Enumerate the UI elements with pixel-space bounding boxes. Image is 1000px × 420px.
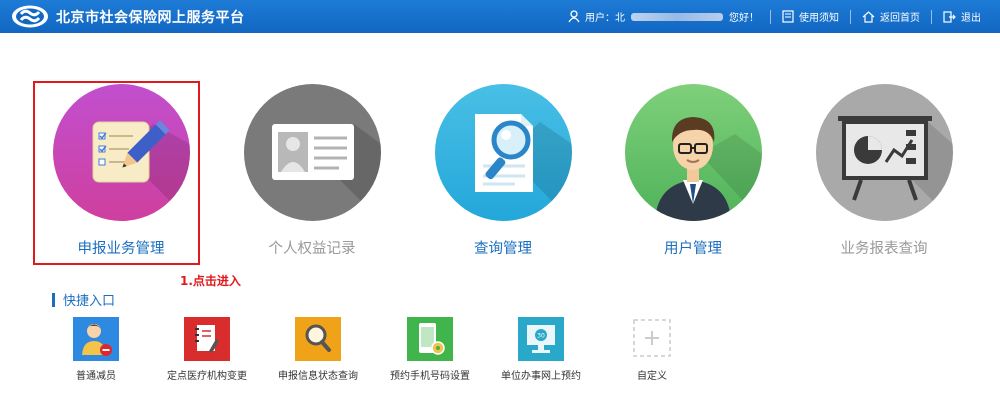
module-label: 个人权益记录 [268,241,356,257]
shortcut-designated-medical-change[interactable]: 定点医疗机构变更 [152,317,262,382]
module-label: 业务报表查询 [840,241,928,257]
usage-notice-label: 使用须知 [799,13,839,24]
logout-icon [943,10,956,23]
quick-entry-title: 快捷入口 [52,290,115,309]
module-business-report-query[interactable]: 业务报表查询 [809,84,959,257]
businessman-avatar-icon [654,117,762,221]
report-circle [815,84,953,221]
user-greeting: 用户：北 您好！ [557,9,770,25]
top-header: 北京市社会保险网上服务平台 用户：北 您好！ 使用须知 返回首页 退出 [0,0,1000,33]
presentation-board-icon [837,116,953,221]
query-circle [434,84,572,221]
shortcut-phone-number-setting[interactable]: 预约手机号码设置 [375,317,485,382]
svg-text:30: 30 [537,333,545,340]
user-minus-icon [73,317,119,361]
site-title: 北京市社会保险网上服务平台 [56,10,245,26]
home-link[interactable]: 返回首页 [851,9,931,25]
logout-label: 退出 [961,13,981,24]
plus-icon [633,319,671,357]
logout-link[interactable]: 退出 [932,9,992,25]
personal-rights-circle [243,84,381,221]
shortcut-declaration-status-query[interactable]: 申报信息状态查询 [263,317,373,382]
shortcut-label: 申报信息状态查询 [278,371,358,382]
highlight-annotation-box [33,81,200,265]
home-icon [862,10,875,23]
shortcut-label: 单位办事网上预约 [501,371,581,382]
shortcut-normal-reduction[interactable]: 普通减员 [41,317,151,382]
user-management-circle [624,84,762,221]
title-accent-bar [52,292,55,307]
user-greeting-suffix: 您好！ [729,13,759,24]
usage-notice-link[interactable]: 使用须知 [771,9,850,25]
shortcut-custom[interactable]: 自定义 [597,317,707,382]
shortcut-label: 普通减员 [76,371,116,382]
module-query-management[interactable]: 查询管理 [428,84,578,257]
user-icon [568,10,580,23]
module-label: 查询管理 [474,241,532,257]
shortcut-label: 自定义 [637,371,667,382]
top-nav: 用户：北 您好！ 使用须知 返回首页 退出 [557,0,992,33]
search-icon [295,317,341,361]
social-insurance-logo [12,5,48,28]
click-hint-annotation: 1.点击进入 [180,274,241,288]
blurred-username [631,12,723,21]
home-label: 返回首页 [880,13,920,24]
user-greeting-prefix: 用户：北 [585,13,625,24]
shortcut-online-appointment[interactable]: 30 单位办事网上预约 [486,317,596,382]
phone-settings-icon [407,317,453,361]
document-search-icon [474,114,572,221]
document-icon [782,10,794,23]
shortcut-label: 预约手机号码设置 [390,371,470,382]
module-label: 用户管理 [664,241,722,257]
quick-entry-title-text: 快捷入口 [63,294,116,309]
calendar-monitor-icon: 30 [518,317,564,361]
module-personal-rights-record[interactable]: 个人权益记录 [237,84,387,257]
notebook-edit-icon [184,317,230,361]
module-user-management[interactable]: 用户管理 [618,84,768,257]
shortcut-label: 定点医疗机构变更 [167,371,247,382]
id-card-icon [271,124,381,221]
